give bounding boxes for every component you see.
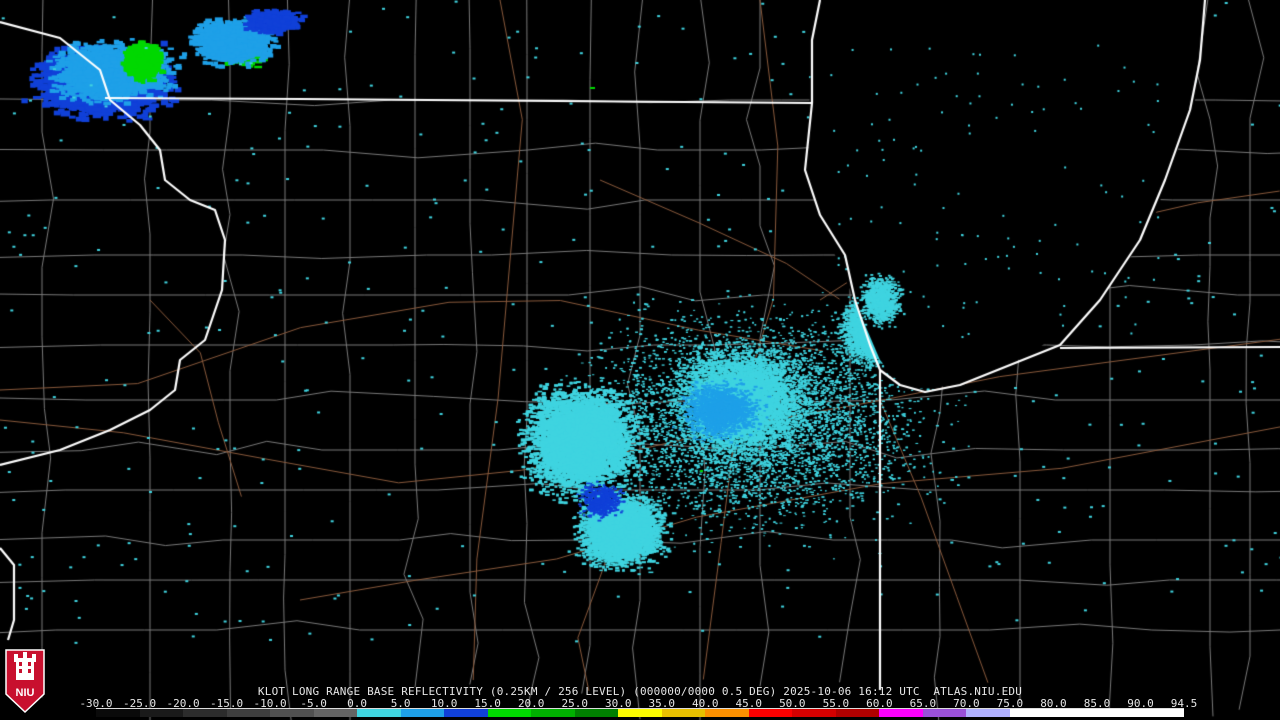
colorbar-swatch [618, 709, 662, 717]
colorbar-swatch [313, 709, 358, 717]
colorbar-swatch [1096, 709, 1141, 717]
colorbar-swatch [748, 709, 793, 717]
radar-map [0, 0, 1280, 720]
colorbar-swatch [531, 709, 575, 717]
colorbar-swatch [1053, 709, 1097, 717]
colorbar-swatch [183, 709, 227, 717]
colorbar-swatch [922, 709, 967, 717]
niu-logo-icon: NIU [5, 649, 45, 714]
colorbar-swatch [487, 709, 532, 717]
colorbar-swatch [661, 709, 706, 717]
colorbar-swatch [444, 709, 488, 717]
colorbar-swatch [879, 709, 923, 717]
colorbar-swatch [270, 709, 314, 717]
colorbar-swatch [96, 709, 140, 717]
colorbar-swatch [792, 709, 836, 717]
colorbar-swatch [705, 709, 749, 717]
colorbar-swatch [139, 709, 184, 717]
colorbar-swatch [835, 709, 880, 717]
reflectivity-colorbar [96, 708, 1184, 717]
colorbar-swatch [574, 709, 619, 717]
colorbar-swatch [966, 709, 1010, 717]
colorbar-swatch [400, 709, 445, 717]
colorbar-swatch [1009, 709, 1054, 717]
colorbar-swatch [1140, 709, 1184, 717]
colorbar-swatch [357, 709, 401, 717]
logo-text: NIU [16, 687, 35, 699]
colorbar-swatch [226, 709, 271, 717]
